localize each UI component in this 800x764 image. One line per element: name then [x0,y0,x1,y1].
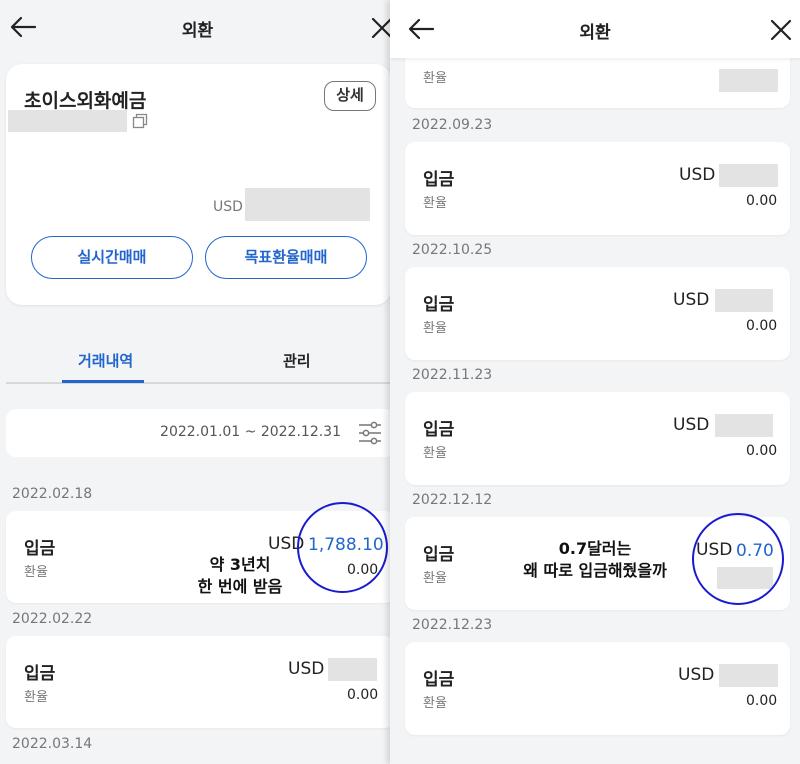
right-screen: 외환 환율 2022.09.23 입금 환율 USD 0.00 2022.10.… [390,0,800,764]
annotation-note: 약 3년치 한 번에 받음 [180,554,300,598]
transaction-card[interactable]: 입금 환율 USD 0.00 [6,636,395,728]
annotation-text: 약 3년치 한 번에 받음 [197,555,283,596]
transaction-amount-redacted [715,289,773,312]
transaction-currency: USD [288,659,325,679]
transaction-type: 입금 [423,295,455,315]
transaction-type: 입금 [423,170,455,190]
tab-manage[interactable]: 관리 [283,350,311,371]
date-header: 2022.11.23 [412,367,493,383]
annotation-note: 0.7달러는 왜 따로 입금해줬을까 [495,538,695,582]
transaction-card[interactable]: 입금 환율 USD 0.00 [405,642,790,735]
transaction-currency: USD [673,290,710,310]
page-title: 외환 [181,21,214,41]
rate-value: 0.00 [746,318,778,334]
transaction-card[interactable]: 입금 환율 USD 0.00 [405,392,790,485]
detail-button[interactable]: 상세 [324,81,376,111]
transaction-amount: 1,788.10 [308,535,384,555]
top-bar: 외환 [390,0,800,58]
top-bar: 외환 [0,0,395,54]
annotation-text: 0.7달러는 왜 따로 입금해줬을까 [523,539,667,580]
transaction-card[interactable]: 입금 환율 USD 0.00 [405,142,790,235]
transaction-currency: USD [268,534,305,554]
rate-value: 0.00 [347,562,379,578]
transaction-currency: USD [673,415,710,435]
tab-bar: 거래내역 관리 [6,340,395,384]
date-range: 2022.01.01 ~ 2022.12.31 [160,424,341,440]
transaction-amount-redacted [715,414,773,437]
transaction-type: 입금 [423,420,455,440]
tab-history[interactable]: 거래내역 [78,350,133,371]
target-rate-trade-button[interactable]: 목표환율매매 [205,236,367,279]
rate-value: 0.00 [746,693,778,709]
date-header: 2022.12.12 [412,492,493,508]
date-header: 2022.09.23 [412,117,493,133]
rate-label: 환율 [24,690,48,705]
transaction-amount-redacted [328,658,377,681]
balance-amount-redacted [245,188,370,221]
date-header: 2022.02.18 [12,486,93,502]
rate-label: 환율 [423,196,447,211]
date-header: 2022.10.25 [412,242,493,258]
close-icon[interactable] [768,16,792,42]
filter-settings-icon[interactable] [357,420,383,446]
transaction-amount-redacted [719,164,778,187]
active-tab-indicator [62,380,144,383]
date-filter-bar[interactable]: 2022.01.01 ~ 2022.12.31 [6,409,395,457]
transaction-card[interactable]: 입금 환율 USD 0.00 [405,267,790,360]
rate-value-redacted [719,69,778,92]
account-card: 초이스외화예금 상세 USD 실시간매매 목표환율매매 [6,64,391,305]
date-header: 2022.12.23 [412,617,493,633]
rate-label: 환율 [423,571,447,586]
transaction-type: 입금 [24,539,56,559]
transaction-currency: USD [679,165,716,185]
left-screen: 외환 초이스외화예금 상세 USD 실시간매매 목표환율매매 거래내역 관리 2… [0,0,395,764]
page-title: 외환 [579,23,611,43]
transaction-currency: USD [696,540,733,560]
date-header: 2022.03.14 [12,736,93,752]
transaction-type: 입금 [423,545,455,565]
rate-label: 환율 [423,696,447,711]
transaction-amount: 0.70 [736,541,774,561]
copy-icon[interactable] [132,113,148,129]
account-name: 초이스외화예금 [24,90,147,112]
rate-label: 환율 [423,321,447,336]
rate-label: 환율 [24,565,48,580]
account-number-redacted [8,110,127,132]
rate-label: 환율 [423,446,447,461]
rate-value-redacted [717,567,773,589]
rate-label: 환율 [423,71,447,86]
transaction-type: 입금 [24,664,56,684]
rate-value: 0.00 [746,193,778,209]
date-header: 2022.02.22 [12,611,93,627]
transaction-type: 입금 [423,670,455,690]
transaction-amount-redacted [719,664,778,687]
rate-value: 0.00 [746,443,778,459]
rate-value: 0.00 [347,687,379,703]
balance-currency: USD [213,199,243,215]
transaction-currency: USD [678,665,715,685]
realtime-trade-button[interactable]: 실시간매매 [31,236,193,279]
